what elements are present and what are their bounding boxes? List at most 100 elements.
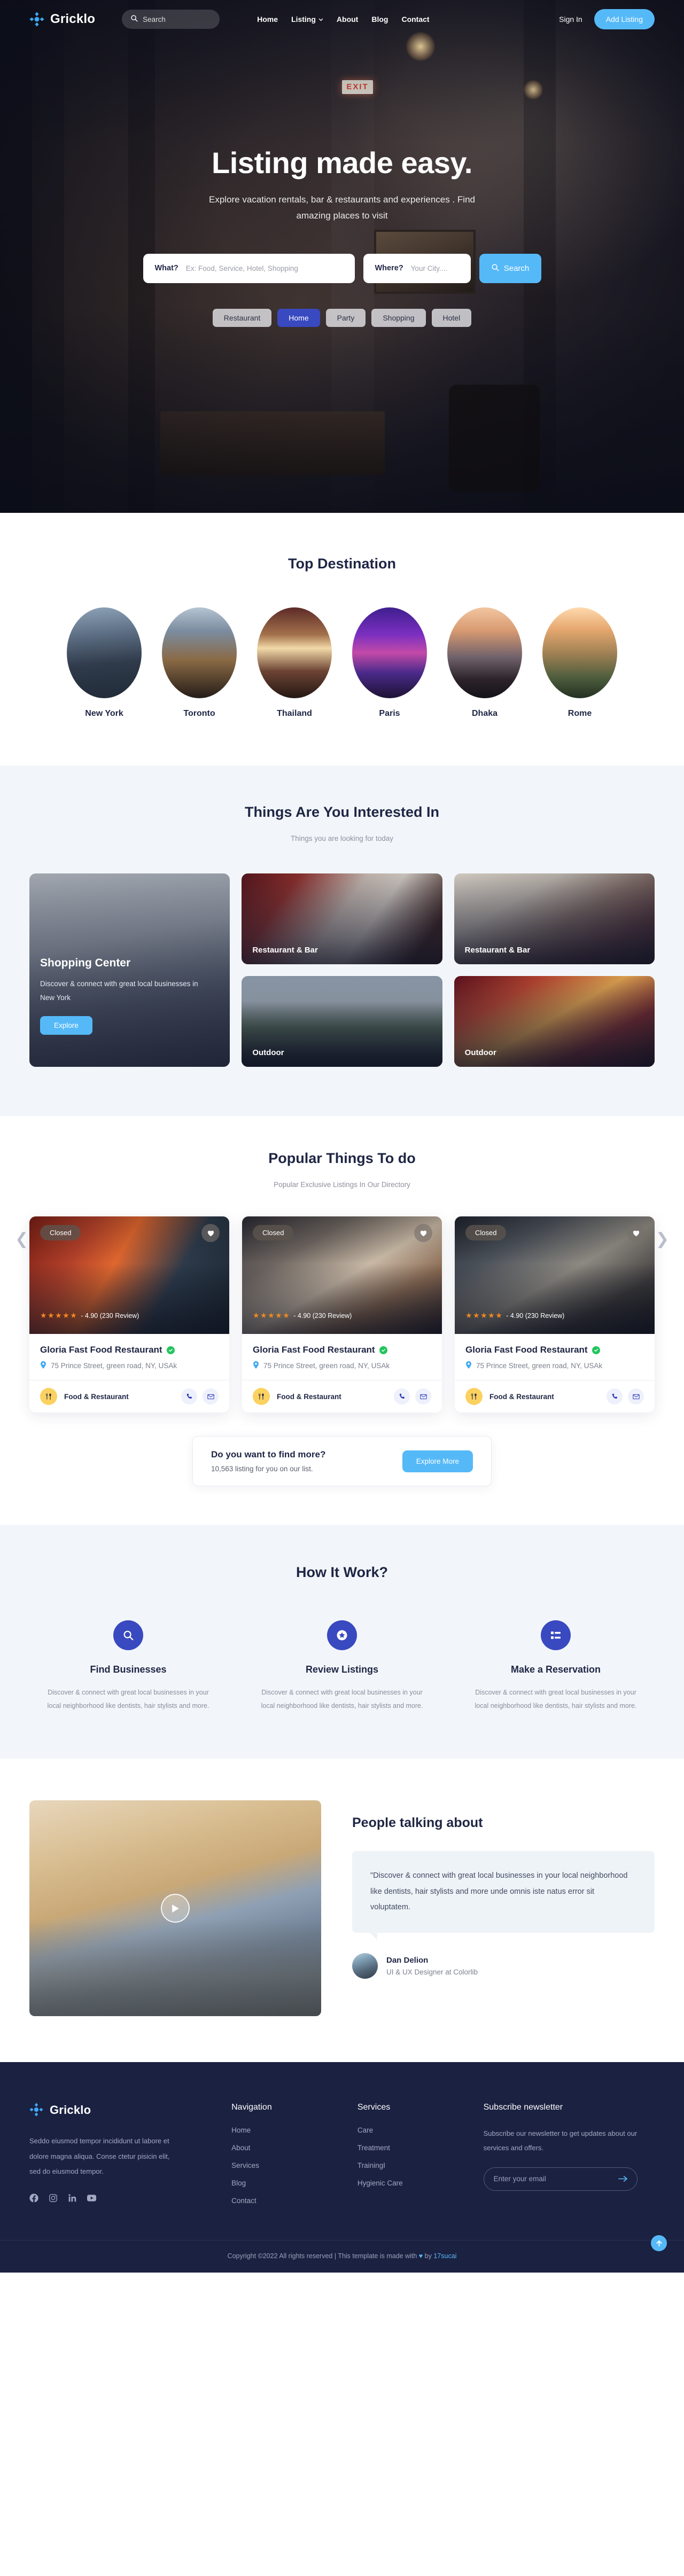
navbar-search[interactable] [122, 10, 220, 29]
chip-home[interactable]: Home [277, 308, 320, 327]
footer-link-hygienic-care[interactable]: Hygienic Care [357, 2179, 465, 2187]
destination-label: Toronto [183, 709, 215, 718]
testimonial-author: Dan Delion UI & UX Designer at Colorlib [352, 1953, 655, 1979]
hero-search-button[interactable]: Search [479, 253, 541, 283]
popular-title: Popular Things To do [268, 1150, 416, 1166]
interest-card-outdoor-1[interactable]: Outdoor [242, 976, 442, 1067]
nav-link-listing[interactable]: Listing [291, 15, 323, 24]
where-field[interactable]: Where? [363, 253, 471, 283]
listing-card[interactable]: Closed ★★★★★ - 4.90 (230 Review) Gloria … [29, 1216, 229, 1412]
phone-icon[interactable] [181, 1388, 197, 1404]
destination-item[interactable]: Dhaka [447, 607, 522, 719]
favorite-heart-icon[interactable] [414, 1224, 432, 1242]
favorite-heart-icon[interactable] [201, 1224, 220, 1242]
chip-shopping[interactable]: Shopping [371, 308, 426, 327]
instagram-icon[interactable] [49, 2193, 58, 2203]
newsletter-email-input[interactable] [493, 2175, 618, 2183]
destination-item[interactable]: Thailand [257, 607, 332, 719]
find-more-title: Do you want to find more? [211, 1449, 326, 1459]
destination-item[interactable]: Rome [542, 607, 617, 719]
what-input[interactable] [185, 264, 343, 272]
phone-icon[interactable] [607, 1388, 623, 1404]
how-step-title: Find Businesses [90, 1664, 167, 1675]
linkedin-icon[interactable] [68, 2193, 77, 2203]
mail-icon[interactable] [628, 1388, 644, 1404]
footer-link-contact[interactable]: Contact [231, 2197, 339, 2205]
interest-card-shopping-center[interactable]: Shopping Center Discover & connect with … [29, 873, 230, 1067]
footer-link-treatment[interactable]: Treatment [357, 2144, 465, 2152]
listing-card[interactable]: Closed ★★★★★ - 4.90 (230 Review) Gloria … [242, 1216, 442, 1412]
footer-link-list: Care Treatment TrainingI Hygienic Care [357, 2126, 465, 2187]
explore-more-button[interactable]: Explore More [402, 1450, 473, 1472]
listing-image: Closed ★★★★★ - 4.90 (230 Review) [455, 1216, 655, 1334]
interest-card-outdoor-2[interactable]: Outdoor [454, 976, 655, 1067]
testimonial-row: People talking about "Discover & connect… [29, 1800, 655, 2016]
copyright-link[interactable]: 17sucai [433, 2252, 456, 2260]
nav-link-contact[interactable]: Contact [401, 15, 429, 24]
diamond-compass-icon [29, 12, 44, 27]
add-listing-button[interactable]: Add Listing [594, 9, 655, 29]
destination-label: Thailand [277, 709, 312, 718]
destination-label: Dhaka [471, 709, 498, 718]
footer-grid: Gricklo Seddo eiusmod tempor incididunt … [29, 2103, 655, 2205]
list-icon [541, 1620, 571, 1650]
carousel-prev-button[interactable]: ❮ [15, 1231, 28, 1247]
navbar-search-input[interactable] [143, 15, 212, 24]
destination-item[interactable]: Toronto [162, 607, 237, 719]
newsletter-form[interactable] [483, 2167, 638, 2191]
listing-actions [181, 1388, 219, 1404]
nav-link-blog[interactable]: Blog [371, 15, 388, 24]
star-rating-icon: ★★★★★ [253, 1311, 291, 1320]
testimonial-quote-text: "Discover & connect with great local bus… [370, 1871, 628, 1912]
listing-card[interactable]: Closed ★★★★★ - 4.90 (230 Review) Gloria … [455, 1216, 655, 1412]
footer-logo[interactable]: Gricklo [29, 2103, 213, 2118]
rating: ★★★★★ - 4.90 (230 Review) [253, 1311, 352, 1320]
interest-card-restaurant-bar-2[interactable]: Restaurant & Bar [454, 873, 655, 964]
phone-icon[interactable] [394, 1388, 410, 1404]
location-pin-icon [465, 1361, 472, 1370]
footer-link-services[interactable]: Services [231, 2161, 339, 2169]
arrow-up-icon[interactable] [651, 2235, 667, 2251]
testimonial-video[interactable] [29, 1800, 321, 2016]
where-input[interactable] [410, 264, 459, 272]
favorite-heart-icon[interactable] [627, 1224, 645, 1242]
brand-logo[interactable]: Gricklo [29, 12, 95, 27]
footer-link-blog[interactable]: Blog [231, 2179, 339, 2187]
how-step-text: Discover & connect with great local busi… [475, 1689, 637, 1709]
search-icon [130, 14, 138, 25]
facebook-icon[interactable] [29, 2193, 38, 2203]
mail-icon[interactable] [415, 1388, 431, 1404]
explore-button[interactable]: Explore [40, 1016, 92, 1035]
destination-image [352, 607, 427, 698]
arrow-right-icon[interactable] [618, 2175, 627, 2182]
listing-name: Gloria Fast Food Restaurant [465, 1345, 588, 1355]
hero-subtitle: Explore vacation rentals, bar & restaura… [209, 194, 475, 221]
interest-card-restaurant-bar-1[interactable]: Restaurant & Bar [242, 873, 442, 964]
chip-restaurant[interactable]: Restaurant [212, 308, 272, 327]
mail-icon[interactable] [203, 1388, 219, 1404]
chip-party[interactable]: Party [325, 308, 366, 327]
footer-link-care[interactable]: Care [357, 2126, 465, 2134]
nav-link-about[interactable]: About [337, 15, 358, 24]
carousel-next-button[interactable]: ❯ [656, 1231, 669, 1247]
find-more-subtitle: 10,563 listing for you on our list. [211, 1465, 313, 1473]
nav-link-home[interactable]: Home [257, 15, 278, 24]
destination-image [542, 607, 617, 698]
author-meta: Dan Delion UI & UX Designer at Colorlib [386, 1956, 478, 1976]
sign-in-link[interactable]: Sign In [559, 15, 582, 24]
destination-item[interactable]: Paris [352, 607, 427, 719]
footer-link-training[interactable]: TrainingI [357, 2161, 465, 2169]
chip-hotel[interactable]: Hotel [431, 308, 472, 327]
play-icon[interactable] [161, 1894, 190, 1923]
testimonial-title: People talking about [352, 1815, 483, 1830]
listing-address: 75 Prince Street, green road, NY, USAk [476, 1362, 603, 1370]
footer-link-about[interactable]: About [231, 2144, 339, 2152]
popular-subtitle: Popular Exclusive Listings In Our Direct… [274, 1181, 410, 1189]
find-more-text-block: Do you want to find more? 10,563 listing… [211, 1449, 325, 1473]
hero-section: EXIT Gricklo Search Home Listing About B… [0, 0, 684, 513]
youtube-icon[interactable] [87, 2193, 96, 2203]
what-field[interactable]: What? [143, 253, 355, 283]
destination-item[interactable]: New York [67, 607, 142, 719]
footer-link-home[interactable]: Home [231, 2126, 339, 2134]
status-badge: Closed [40, 1225, 81, 1240]
